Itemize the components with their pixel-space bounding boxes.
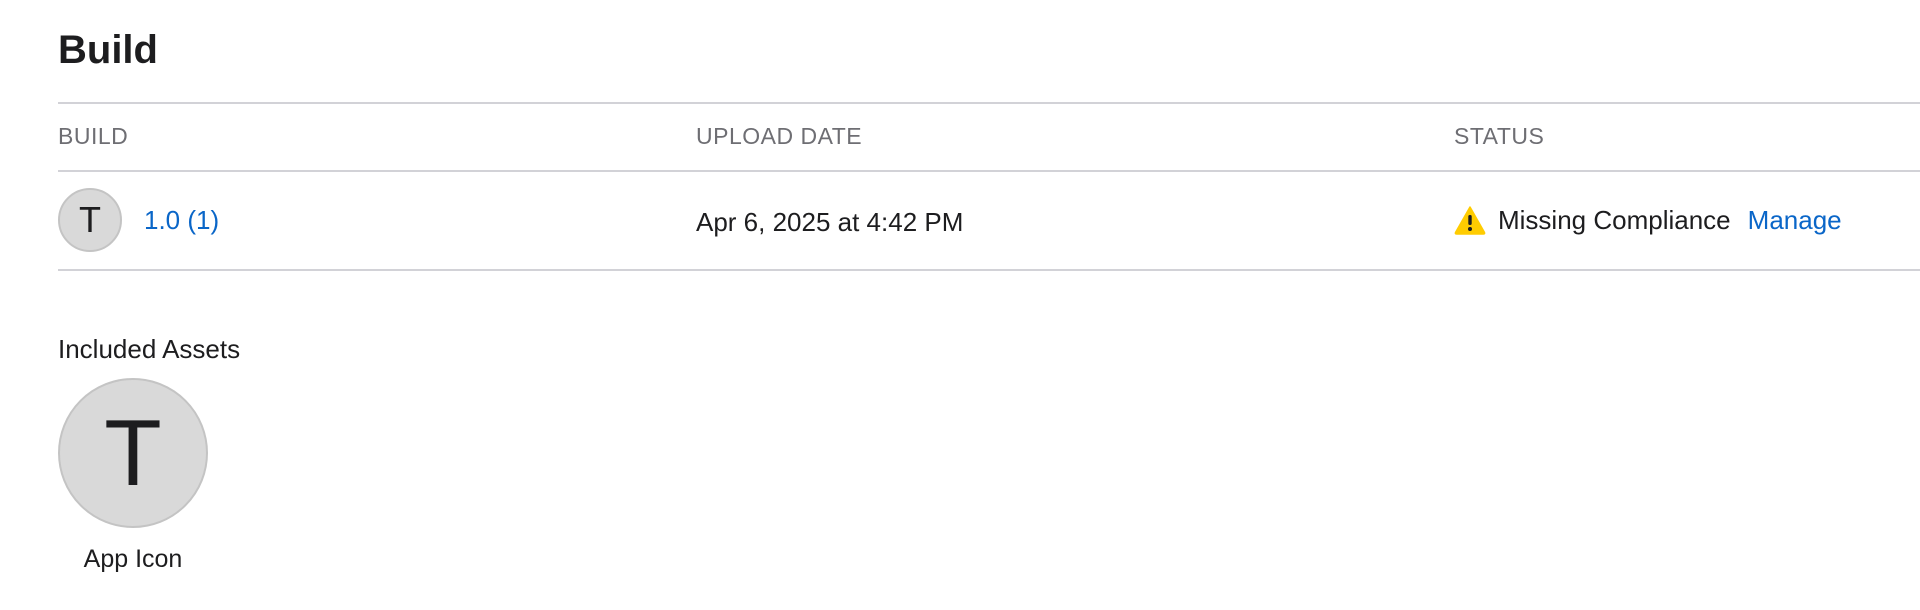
header-top-divider (58, 102, 1920, 104)
build-version-link[interactable]: 1.0 (1) (144, 204, 219, 236)
status-text: Missing Compliance (1498, 204, 1731, 235)
row-bottom-divider (58, 269, 1920, 271)
upload-date-value: Apr 6, 2025 at 4:42 PM (696, 207, 964, 237)
app-icon-asset[interactable]: T (58, 378, 208, 528)
table-row: T 1.0 (1) Apr 6, 2025 at 4:42 PM Missing… (0, 172, 1920, 269)
build-avatar: T (58, 188, 122, 252)
status-cell: Missing Compliance Manage (1454, 200, 1842, 240)
column-header-status: STATUS (1454, 123, 1545, 149)
manage-link[interactable]: Manage (1748, 205, 1842, 236)
build-page: Build BUILD UPLOAD DATE STATUS T 1.0 (1)… (0, 0, 1920, 610)
section-title: Build (58, 28, 158, 72)
warning-triangle-icon (1454, 205, 1486, 235)
app-icon-caption: App Icon (83, 545, 183, 573)
column-header-build: BUILD (58, 123, 129, 149)
included-assets-label: Included Assets (58, 334, 241, 364)
column-header-upload-date: UPLOAD DATE (696, 123, 863, 149)
